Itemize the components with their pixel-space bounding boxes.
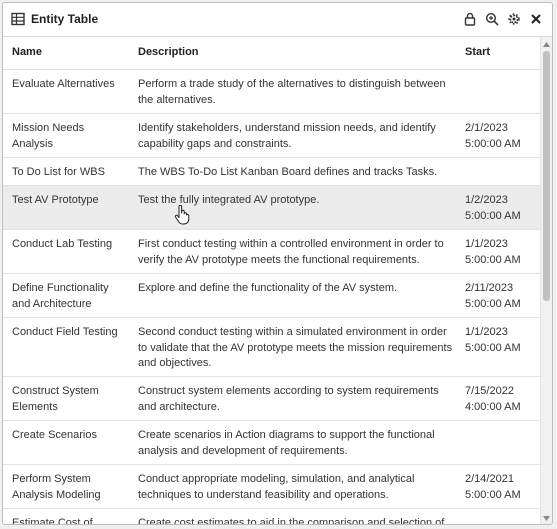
cell-description: Second conduct testing within a simulate… (138, 326, 453, 369)
cell-name: Evaluate Alternatives (12, 78, 115, 90)
cell-start: 1/1/2023 5:00:00 AM (465, 238, 521, 266)
cell-name: To Do List for WBS (12, 166, 105, 178)
cell-description: Create cost estimates to aid in the comp… (138, 517, 445, 525)
table-row[interactable]: Conduct Lab Testing First conduct testin… (3, 230, 543, 274)
cell-name: Estimate Cost of (12, 517, 93, 525)
table-row[interactable]: Mission Needs Analysis Identify stakehol… (3, 114, 543, 158)
table-row[interactable]: To Do List for WBS The WBS To-Do List Ka… (3, 158, 543, 186)
cell-start: 2/1/2023 5:00:00 AM (465, 122, 521, 150)
cell-start: 2/11/2023 5:00:00 AM (465, 282, 521, 310)
cell-name: Define Functionality and Architecture (12, 282, 109, 310)
table-row[interactable]: Define Functionality and Architecture Ex… (3, 274, 543, 318)
table-row[interactable]: Conduct Field Testing Second conduct tes… (3, 318, 543, 377)
cell-start: 7/15/2022 4:00:00 AM (465, 385, 521, 413)
lock-icon[interactable] (462, 11, 478, 27)
cell-name: Construct System Elements (12, 385, 99, 413)
cell-name: Create Scenarios (12, 429, 97, 441)
cell-start: 1/1/2023 5:00:00 AM (465, 326, 521, 354)
table-body: Evaluate Alternatives Perform a trade st… (3, 70, 543, 525)
table-icon (11, 12, 25, 26)
cell-description: Identify stakeholders, understand missio… (138, 122, 436, 150)
cell-name: Mission Needs Analysis (12, 122, 85, 150)
cell-name: Conduct Field Testing (12, 326, 118, 338)
table-row[interactable]: Evaluate Alternatives Perform a trade st… (3, 70, 543, 114)
table-header: Name Description Start (3, 37, 543, 70)
table-row[interactable]: Perform System Analysis Modeling Conduct… (3, 465, 543, 509)
cell-description: Explore and define the functionality of … (138, 282, 398, 294)
column-header-description[interactable]: Description (138, 46, 199, 58)
cell-description: Perform a trade study of the alternative… (138, 78, 446, 106)
cell-name: Test AV Prototype (12, 194, 99, 206)
cell-name: Perform System Analysis Modeling (12, 473, 101, 501)
table-row[interactable]: Estimate Cost of Create cost estimates t… (3, 509, 543, 525)
zoom-icon[interactable] (484, 11, 500, 27)
table-row[interactable]: Construct System Elements Construct syst… (3, 377, 543, 421)
scroll-up-arrow-icon[interactable] (541, 39, 552, 50)
cell-start: 1/2/2023 5:00:00 AM (465, 194, 521, 222)
scrollbar-thumb[interactable] (543, 51, 550, 301)
titlebar-actions (462, 11, 544, 27)
cell-start: 2/14/2021 5:00:00 AM (465, 473, 521, 501)
table-row[interactable]: Create Scenarios Create scenarios in Act… (3, 421, 543, 465)
scroll-down-arrow-icon[interactable] (541, 513, 552, 524)
table-row-hovered[interactable]: Test AV Prototype Test the fully integra… (3, 186, 543, 230)
cell-description: Conduct appropriate modeling, simulation… (138, 473, 415, 501)
cell-description: Construct system elements according to s… (138, 385, 439, 413)
cell-description: First conduct testing within a controlle… (138, 238, 444, 266)
vertical-scrollbar[interactable] (540, 37, 552, 524)
close-icon[interactable] (528, 11, 544, 27)
gear-icon[interactable] (506, 11, 522, 27)
cell-description: Test the fully integrated AV prototype. (138, 194, 320, 206)
panel-titlebar: Entity Table (3, 3, 552, 37)
column-header-name[interactable]: Name (12, 46, 42, 58)
entity-table-panel: Entity Table Name Description Start Eval… (2, 2, 553, 525)
cell-description: Create scenarios in Action diagrams to s… (138, 429, 435, 457)
panel-title: Entity Table (31, 12, 99, 26)
column-header-start[interactable]: Start (465, 46, 490, 58)
cell-name: Conduct Lab Testing (12, 238, 113, 250)
cell-description: The WBS To-Do List Kanban Board defines … (138, 166, 438, 178)
